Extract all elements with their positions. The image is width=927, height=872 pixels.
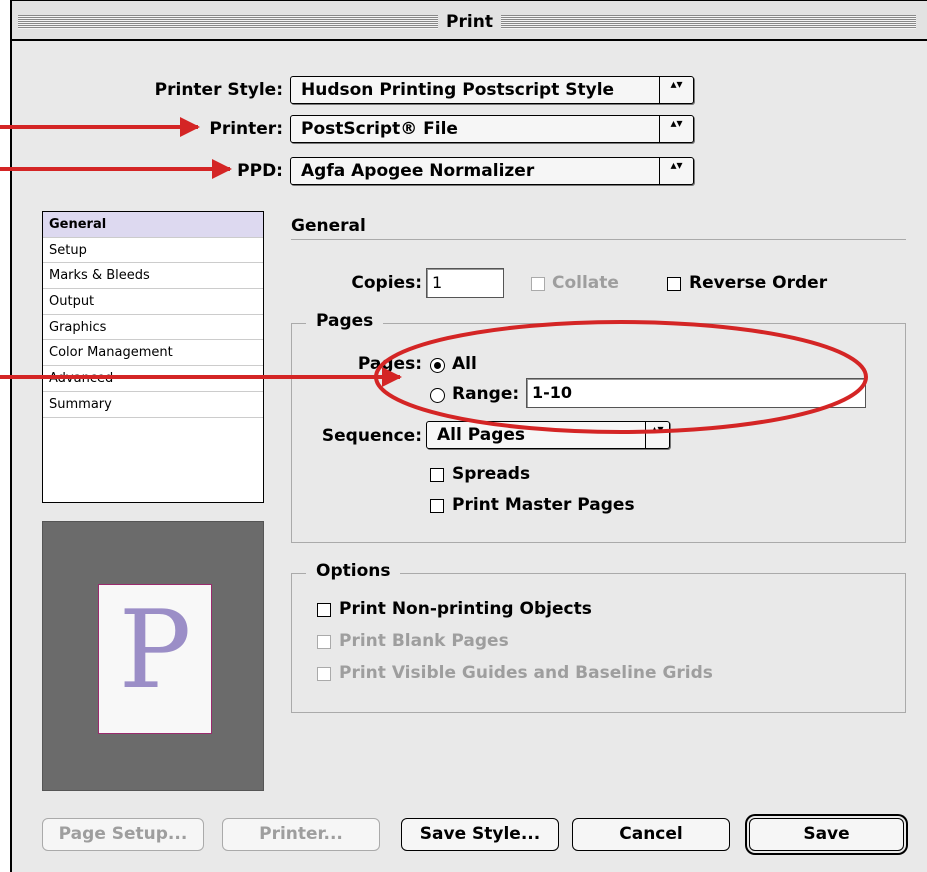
pages-range-label: Range: — [452, 384, 520, 404]
pages-range-input[interactable]: 1-10 — [526, 378, 866, 408]
sequence-label: Sequence: — [321, 426, 422, 446]
collate-checkbox[interactable] — [531, 277, 545, 291]
print-blank-pages-label: Print Blank Pages — [339, 631, 509, 651]
sidebar-item-graphics[interactable]: Graphics — [43, 315, 263, 341]
print-non-printing-label: Print Non-printing Objects — [339, 599, 592, 619]
sequence-popup[interactable]: All Pages ▴▾ — [426, 421, 670, 449]
printer-style-popup[interactable]: Hudson Printing Postscript Style ▴▾ — [290, 76, 694, 104]
sidebar-item-output[interactable]: Output — [43, 289, 263, 315]
pages-group-title: Pages — [306, 311, 384, 331]
sidebar-item-setup[interactable]: Setup — [43, 238, 263, 264]
copies-label: Copies: — [351, 273, 422, 293]
print-dialog: Print Printer Style: Hudson Printing Pos… — [10, 0, 927, 872]
page-preview: P — [42, 521, 264, 791]
printer-label: Printer: — [209, 119, 283, 139]
popup-arrows-icon: ▴▾ — [645, 422, 669, 448]
popup-arrows-icon: ▴▾ — [659, 116, 693, 142]
preview-page: P — [98, 584, 212, 734]
ppd-value: Agfa Apogee Normalizer — [301, 161, 535, 181]
pages-all-label: All — [452, 354, 477, 374]
sidebar-item-general[interactable]: General — [43, 212, 263, 238]
popup-arrows-icon: ▴▾ — [659, 77, 693, 103]
title-bar[interactable]: Print — [12, 1, 927, 41]
printer-button[interactable]: Printer... — [222, 818, 380, 851]
save-style-button[interactable]: Save Style... — [401, 818, 559, 851]
sidebar-item-advanced[interactable]: Advanced — [43, 366, 263, 392]
print-visible-guides-checkbox[interactable] — [317, 667, 331, 681]
printer-style-value: Hudson Printing Postscript Style — [301, 80, 615, 100]
print-blank-pages-checkbox[interactable] — [317, 635, 331, 649]
section-title: General — [291, 216, 366, 236]
copies-input[interactable]: 1 — [426, 268, 504, 298]
printer-value: PostScript® File — [301, 119, 458, 139]
popup-arrows-icon: ▴▾ — [659, 158, 693, 184]
spreads-label: Spreads — [452, 464, 531, 484]
preview-letter: P — [118, 588, 192, 713]
options-group-title: Options — [306, 561, 401, 581]
cancel-button[interactable]: Cancel — [572, 818, 730, 851]
print-master-pages-checkbox[interactable] — [430, 499, 444, 513]
collate-label: Collate — [552, 273, 619, 293]
print-non-printing-checkbox[interactable] — [317, 603, 331, 617]
reverse-order-label: Reverse Order — [689, 273, 828, 293]
page-setup-button[interactable]: Page Setup... — [42, 818, 204, 851]
spreads-checkbox[interactable] — [430, 468, 444, 482]
ppd-popup[interactable]: Agfa Apogee Normalizer ▴▾ — [290, 157, 694, 185]
print-master-pages-label: Print Master Pages — [452, 495, 635, 515]
sidebar-item-color-management[interactable]: Color Management — [43, 340, 263, 367]
pages-all-radio[interactable] — [430, 358, 445, 373]
sequence-value: All Pages — [437, 425, 526, 445]
sidebar-item-marks-bleeds[interactable]: Marks & Bleeds — [43, 263, 263, 290]
printer-style-label: Printer Style: — [154, 80, 283, 100]
ppd-label: PPD: — [237, 161, 283, 181]
section-list[interactable]: General Setup Marks & Bleeds Output Grap… — [42, 211, 264, 503]
pages-label: Pages: — [357, 354, 422, 374]
save-button[interactable]: Save — [749, 818, 904, 851]
section-divider — [291, 239, 906, 240]
window-title: Print — [12, 12, 927, 32]
print-visible-guides-label: Print Visible Guides and Baseline Grids — [339, 663, 713, 683]
printer-popup[interactable]: PostScript® File ▴▾ — [290, 115, 694, 143]
pages-range-radio[interactable] — [430, 388, 445, 403]
reverse-order-checkbox[interactable] — [667, 277, 681, 291]
sidebar-item-summary[interactable]: Summary — [43, 392, 263, 418]
